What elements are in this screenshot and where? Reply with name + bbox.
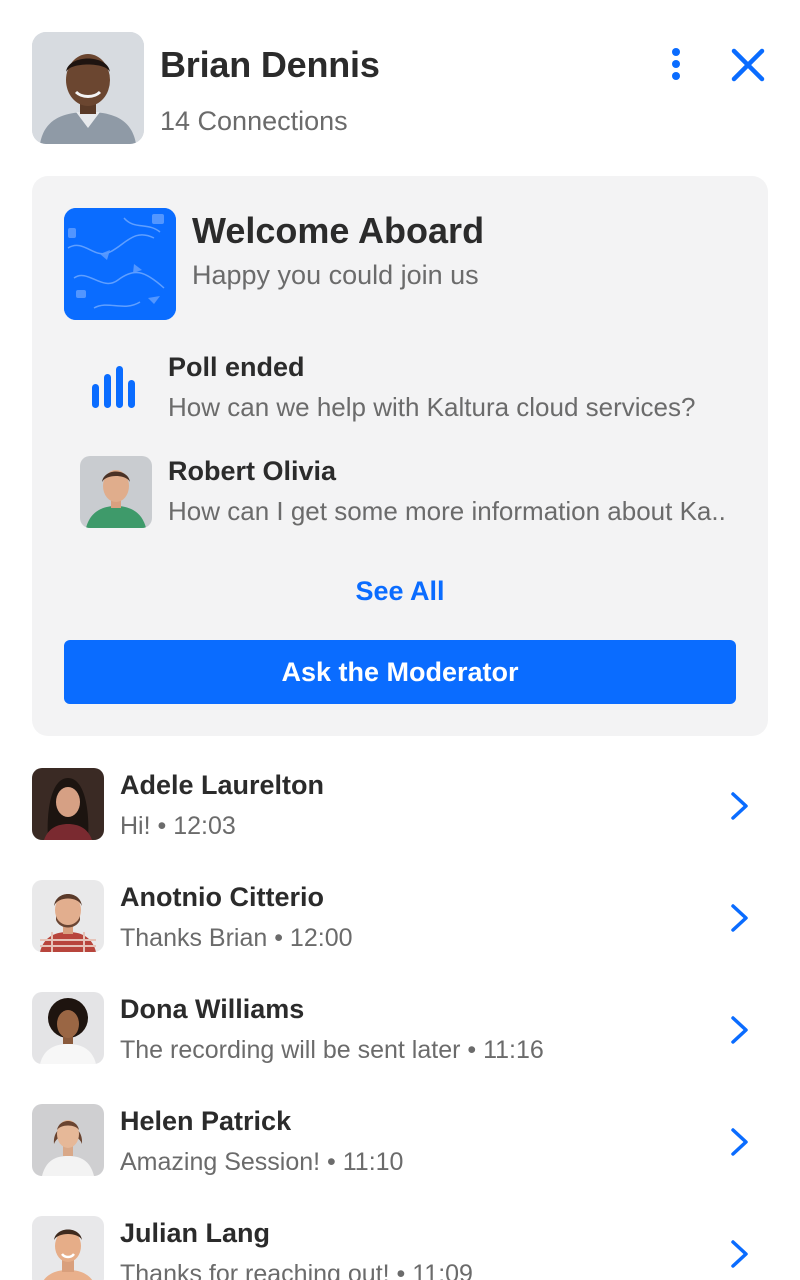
message-preview: Hi! • 12:03 — [120, 812, 236, 840]
contact-name: Dona Williams — [120, 994, 305, 1024]
see-all-link[interactable]: See All — [32, 576, 768, 607]
more-vertical-icon — [672, 48, 680, 80]
chevron-right-icon — [731, 1016, 748, 1044]
message-sender: Robert Olivia — [168, 456, 337, 486]
list-item[interactable]: Anotnio Citterio Thanks Brian • 12:00 — [32, 880, 768, 992]
welcome-title: Welcome Aboard — [192, 210, 485, 251]
chat-panel: Brian Dennis 14 Connections Welcome Aboa… — [0, 0, 800, 1280]
avatar — [80, 456, 152, 528]
avatar — [32, 1216, 104, 1280]
avatar — [32, 768, 104, 840]
welcome-card: Welcome Aboard Happy you could join us P… — [32, 176, 768, 736]
message-preview: Thanks Brian • 12:00 — [120, 924, 353, 952]
welcome-subtitle: Happy you could join us — [192, 260, 479, 290]
poll-title: Poll ended — [168, 352, 305, 382]
close-icon — [731, 48, 765, 82]
conversation-list: Adele Laurelton Hi! • 12:03 Anotnio Citt… — [32, 768, 768, 1280]
contact-name: Adele Laurelton — [120, 770, 325, 800]
list-item[interactable]: Adele Laurelton Hi! • 12:03 — [32, 768, 768, 880]
chevron-right-icon — [731, 792, 748, 820]
message-preview: How can I get some more information abou… — [168, 496, 728, 526]
profile-header: Brian Dennis 14 Connections — [32, 32, 768, 144]
avatar — [32, 880, 104, 952]
contact-name: Anotnio Citterio — [120, 882, 324, 912]
message-item[interactable]: Robert Olivia How can I get some more in… — [80, 456, 740, 536]
profile-name: Brian Dennis — [160, 44, 380, 85]
message-preview: Amazing Session! • 11:10 — [120, 1148, 404, 1176]
contact-name: Julian Lang — [120, 1218, 271, 1248]
contact-name: Helen Patrick — [120, 1106, 292, 1136]
poll-chart-icon — [80, 352, 152, 424]
message-preview: The recording will be sent later • 11:16 — [120, 1036, 544, 1064]
chevron-right-icon — [731, 904, 748, 932]
connections-count: 14 Connections — [160, 106, 348, 136]
avatar — [32, 992, 104, 1064]
list-item[interactable]: Julian Lang Thanks for reaching out! • 1… — [32, 1216, 768, 1280]
chevron-right-icon — [731, 1128, 748, 1156]
close-button[interactable] — [728, 46, 768, 86]
profile-avatar — [32, 32, 144, 144]
avatar — [32, 1104, 104, 1176]
list-item[interactable]: Helen Patrick Amazing Session! • 11:10 — [32, 1104, 768, 1216]
ask-moderator-button[interactable]: Ask the Moderator — [64, 640, 736, 704]
message-preview: Thanks for reaching out! • 11:09 — [120, 1260, 473, 1280]
welcome-illustration — [64, 208, 176, 320]
more-options-button[interactable] — [656, 46, 696, 86]
list-item[interactable]: Dona Williams The recording will be sent… — [32, 992, 768, 1104]
poll-question: How can we help with Kaltura cloud servi… — [168, 392, 696, 422]
chevron-right-icon — [731, 1240, 748, 1268]
poll-item[interactable]: Poll ended How can we help with Kaltura … — [80, 352, 740, 432]
